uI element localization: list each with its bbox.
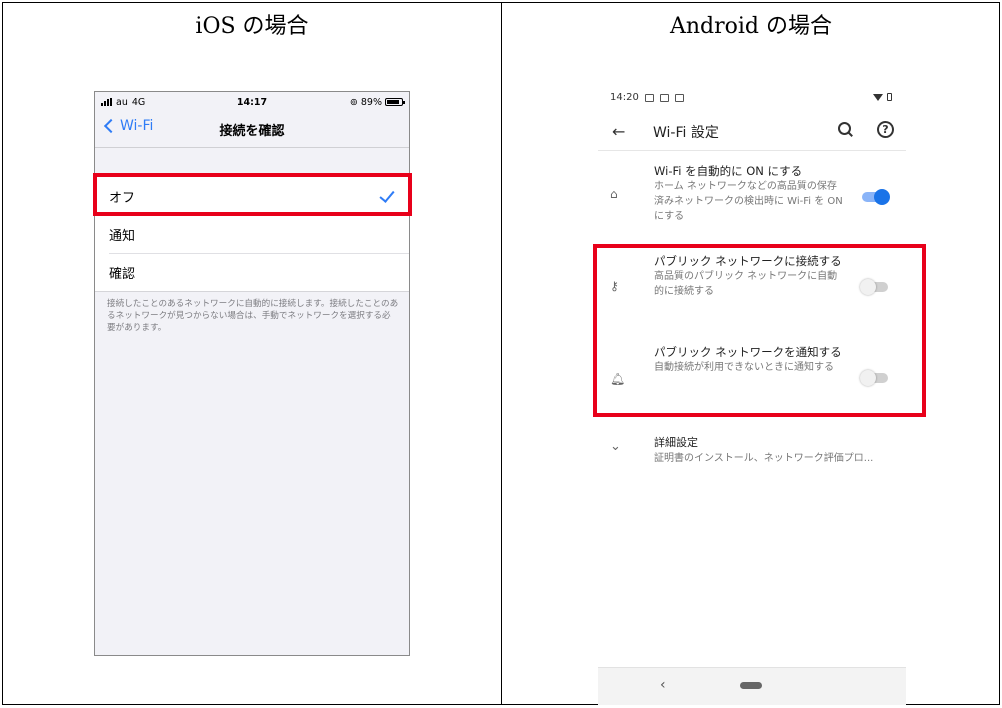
column-divider: [501, 2, 502, 705]
lock-rotation-icon: ⊚: [349, 96, 358, 108]
notification-icon: [674, 93, 684, 102]
home-wifi-icon: ⌂: [610, 187, 618, 201]
option-label: 確認: [109, 266, 136, 282]
option-ask[interactable]: 確認: [95, 253, 409, 291]
battery-icon: [385, 98, 405, 106]
system-navigation-bar: ‹: [598, 667, 906, 705]
battery-percent: 89%: [360, 96, 382, 108]
highlight-box-android-public: [593, 244, 926, 417]
setting-advanced[interactable]: ⌄ 詳細設定 証明書のインストール、ネットワーク評価プロ...: [598, 435, 906, 471]
page-title: 接続を確認: [219, 124, 285, 139]
footnote-text: 接続したことのあるネットワークに自動的に接続します。接続したことのあるネットワー…: [107, 299, 399, 333]
cellular-signal-icon: [101, 98, 112, 106]
notification-icon: [644, 93, 654, 102]
network-type-label: 4G: [131, 96, 146, 108]
status-icons: [873, 93, 892, 101]
android-status-bar: 14:20: [610, 92, 684, 103]
notification-icon: [659, 93, 669, 102]
setting-summary: ホーム ネットワークなどの高品質の保存済みネットワークの検出時に Wi-Fi を…: [654, 181, 843, 222]
wifi-icon: [873, 93, 883, 101]
nav-home-pill[interactable]: [740, 682, 762, 689]
ios-status-bar: au 4G 14:17 ⊚ 89%: [95, 92, 409, 112]
auto-wifi-toggle[interactable]: [862, 189, 890, 205]
help-icon[interactable]: ?: [877, 121, 894, 138]
chevron-down-icon: ⌄: [610, 439, 621, 454]
status-time: 14:20: [610, 92, 639, 103]
app-bar: ← Wi-Fi 設定 ?: [598, 115, 906, 151]
battery-icon: [887, 93, 892, 101]
page-title: Wi-Fi 設定: [653, 125, 719, 141]
setting-title: Wi-Fi を自動的に ON にする: [654, 164, 803, 178]
nav-back-icon[interactable]: ‹: [660, 677, 666, 693]
option-label: 通知: [109, 228, 136, 244]
setting-auto-wifi-on[interactable]: ⌂ Wi-Fi を自動的に ON にする ホーム ネットワークなどの高品質の保存…: [598, 163, 906, 233]
android-column-title: Android の場合: [669, 14, 832, 39]
back-arrow-icon[interactable]: ←: [612, 122, 625, 141]
setting-title: 詳細設定: [654, 436, 698, 449]
search-icon[interactable]: [836, 120, 856, 140]
highlight-box-ios-off: [93, 173, 412, 216]
ios-navigation-bar: Wi-Fi 接続を確認: [95, 112, 409, 148]
carrier-label: au: [116, 96, 128, 108]
option-notify[interactable]: 通知: [95, 215, 409, 253]
ios-column-title: iOS の場合: [195, 14, 309, 39]
setting-summary: 証明書のインストール、ネットワーク評価プロ...: [654, 453, 874, 464]
